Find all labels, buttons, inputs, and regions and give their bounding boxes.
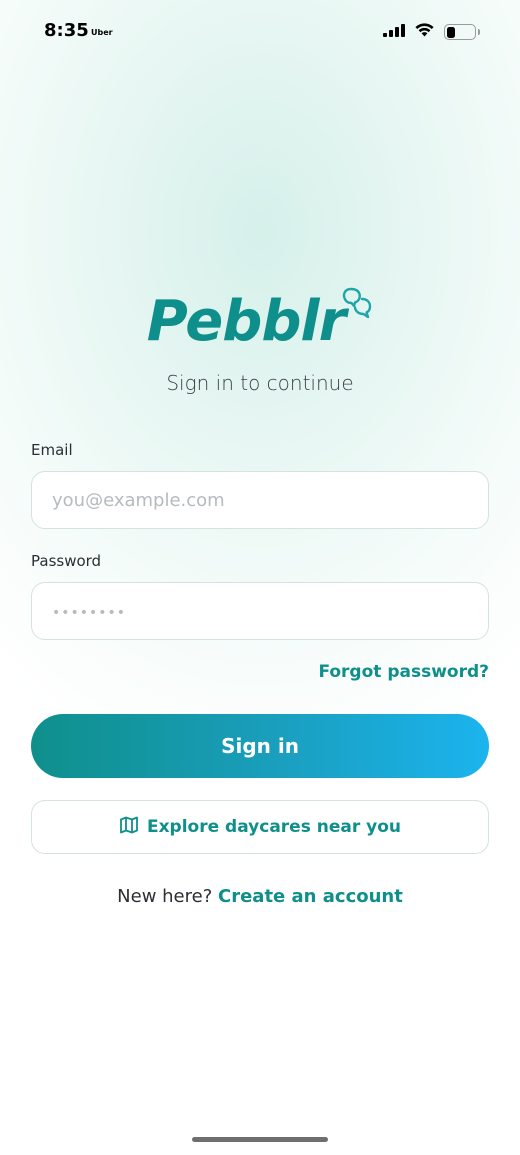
brand-name: Pebblr	[146, 289, 347, 354]
email-label: Email	[31, 441, 73, 459]
status-time: 8:35	[44, 20, 89, 41]
status-icons	[383, 22, 480, 42]
battery-icon	[444, 24, 480, 40]
signal-icon	[383, 23, 405, 42]
password-field[interactable]	[31, 582, 489, 640]
status-carrier: Uber	[91, 28, 113, 37]
subtitle: Sign in to continue	[166, 371, 354, 395]
signup-prompt: New here?	[117, 886, 213, 907]
home-indicator[interactable]	[192, 1137, 328, 1142]
status-bar: 8:35 Uber	[0, 0, 520, 64]
battery-fill	[446, 26, 455, 38]
signup-prompt-line: New here? Create an account	[0, 886, 520, 907]
brand-logo: Pebblr	[0, 270, 520, 350]
password-label: Password	[31, 552, 102, 570]
map-icon	[119, 815, 139, 840]
chat-bubbles-icon	[341, 286, 375, 327]
create-account-link[interactable]: Create an account	[218, 886, 403, 907]
forgot-password-link[interactable]: Forgot password?	[318, 662, 489, 682]
explore-label: Explore daycares near you	[146, 817, 402, 837]
explore-daycares-button[interactable]: Explore daycares near you	[31, 800, 489, 854]
wifi-icon	[414, 22, 435, 42]
battery-cap	[477, 29, 480, 35]
sign-in-button[interactable]: Sign in	[31, 714, 489, 778]
email-field[interactable]	[31, 471, 489, 529]
